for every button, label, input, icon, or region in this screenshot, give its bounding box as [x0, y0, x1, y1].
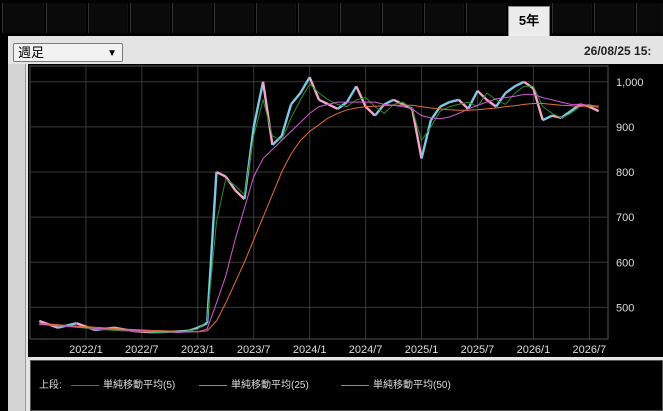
x-tick-label: 2023/1 [181, 344, 215, 356]
tab-slot[interactable] [594, 3, 634, 33]
x-tick-label: 2022/1 [69, 344, 103, 356]
timeframe-tab-strip: 5年 [0, 0, 663, 36]
x-tick-label: 2026/1 [517, 344, 551, 356]
legend: 上段: 単純移動平均(5) 単純移動平均(25) 単純移動平均(50) [30, 360, 663, 411]
price-chart-svg[interactable]: 500 600 700 800 900 1,000 2022/1 2022/7 2023/1 20… [28, 64, 663, 357]
y-tick-label: 700 [616, 212, 634, 224]
price-chart: 500 600 700 800 900 1,000 2022/1 2022/7 2023/1 20… [28, 64, 663, 357]
legend-label-sma50: 単純移動平均(50) [373, 380, 451, 391]
tab-slot[interactable] [382, 3, 422, 33]
chevron-down-icon: ▼ [107, 48, 117, 59]
price-segment-up [271, 135, 283, 146]
tab-5-year[interactable]: 5年 [508, 6, 550, 36]
price-segment-up [420, 119, 433, 159]
legend-swatch-sma5 [71, 384, 99, 386]
sma-line-0 [39, 83, 599, 334]
price-segment-down [234, 189, 246, 200]
price-segment-down [364, 105, 376, 117]
price-segment-up [495, 92, 507, 108]
price-segment-up [504, 85, 516, 95]
period-select-value: 週足 [18, 45, 45, 60]
tab-slot[interactable] [298, 3, 338, 33]
price-segment-down [327, 103, 339, 110]
legend-item-sma25: 単純移動平均(25) [199, 376, 309, 391]
y-tick-label: 500 [616, 302, 634, 314]
x-tick-label: 2023/7 [237, 344, 271, 356]
legend-swatch-sma50 [341, 384, 369, 386]
price-segment-up [299, 76, 311, 94]
price-segment-down [224, 175, 237, 191]
price-segment-down [411, 108, 423, 159]
tab-slot[interactable] [88, 3, 128, 33]
legend-item-sma5: 単純移動平均(5) [71, 376, 175, 391]
price-segment-up [345, 85, 358, 103]
x-tick-label: 2025/7 [461, 344, 495, 356]
y-tick-label: 1,000 [616, 77, 644, 89]
price-segment-down [215, 170, 227, 178]
tab-slot[interactable] [552, 3, 592, 33]
price-segment-down [318, 98, 329, 106]
tab-slot[interactable] [214, 3, 254, 33]
x-tick-label: 2022/7 [125, 344, 159, 356]
datetime-readout: 26/08/25 15: [584, 44, 652, 58]
x-tick-label: 2026/7 [573, 344, 607, 356]
tab-slot[interactable] [46, 3, 86, 33]
chart-window: 週足 ▼ 26/08/25 15: 500 600 700 800 900 1,000 20… [8, 36, 663, 411]
tab-slot[interactable] [340, 3, 380, 33]
tab-slot[interactable] [130, 3, 170, 33]
legend-label-sma25: 単純移動平均(25) [231, 380, 309, 391]
legend-prefix: 上段: [39, 380, 62, 391]
tab-slot[interactable] [2, 3, 44, 33]
y-tick-label: 600 [616, 257, 634, 269]
price-segment-up [205, 171, 218, 324]
y-tick-label: 900 [616, 122, 634, 134]
tab-slot[interactable] [172, 3, 212, 33]
legend-label-sma5: 単純移動平均(5) [103, 380, 176, 391]
tab-slot[interactable] [466, 3, 506, 33]
price-segment-up [383, 98, 395, 106]
price-segment-up [449, 98, 460, 104]
price-segment-up [542, 114, 553, 122]
tab-slot[interactable] [256, 3, 296, 33]
price-segment-up [439, 101, 451, 108]
price-segment-down [355, 85, 367, 108]
period-select[interactable]: 週足 ▼ [13, 43, 123, 62]
x-tick-label: 2025/1 [405, 344, 439, 356]
legend-swatch-sma25 [199, 384, 227, 386]
x-tick-label: 2024/7 [349, 344, 383, 356]
tab-slot[interactable] [424, 3, 464, 33]
tab-slot[interactable] [636, 3, 663, 33]
y-tick-label: 800 [616, 167, 634, 179]
x-tick-label: 2024/1 [293, 344, 327, 356]
price-segment-up [514, 80, 525, 88]
left-scroll-edge[interactable] [8, 64, 26, 411]
chart-toolbar: 週足 ▼ 26/08/25 15: [8, 36, 663, 64]
legend-item-sma50: 単純移動平均(50) [341, 376, 451, 391]
price-segment-down [261, 81, 274, 146]
sma-line-1 [39, 93, 599, 333]
price-segment-down [523, 80, 535, 90]
